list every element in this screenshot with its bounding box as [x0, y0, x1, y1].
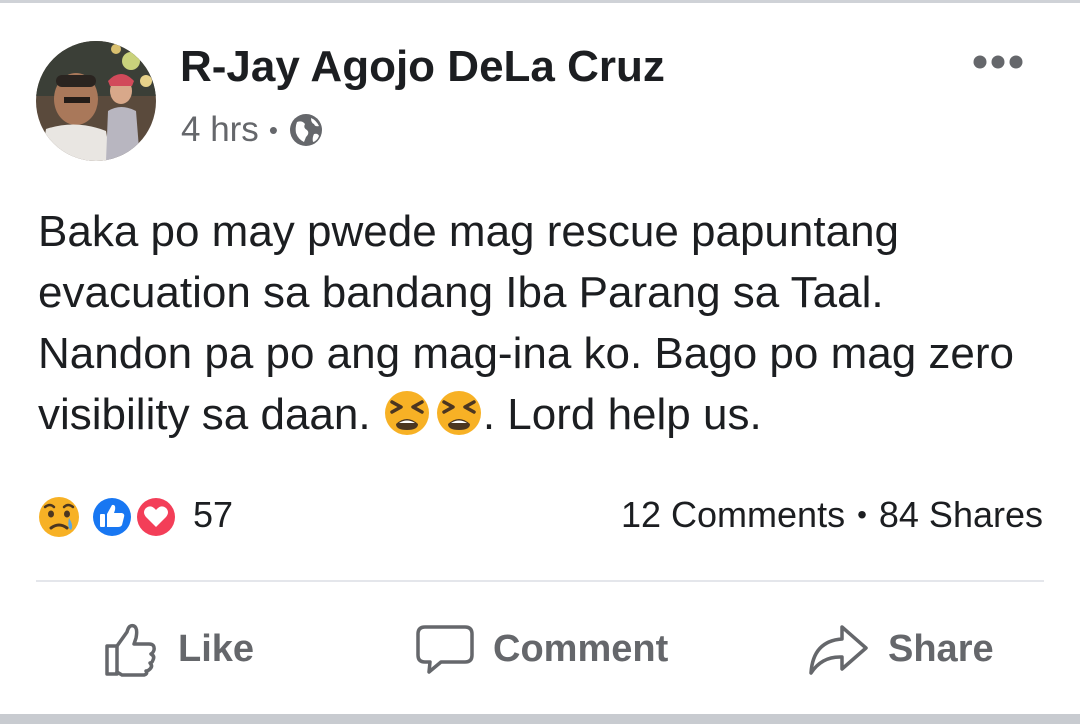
tired-face-emoji	[435, 389, 483, 437]
comment-button[interactable]: Comment	[415, 616, 668, 682]
bottom-divider	[0, 714, 1080, 724]
post-text: Baka po may pwede mag rescue papuntang e…	[38, 201, 1048, 445]
like-label: Like	[178, 627, 255, 670]
comment-icon	[415, 619, 475, 679]
comment-label: Comment	[493, 627, 669, 670]
sad-reaction-icon	[37, 495, 81, 539]
globe-icon[interactable]	[288, 112, 324, 148]
top-divider	[0, 0, 1080, 3]
share-icon	[806, 619, 870, 679]
reaction-count[interactable]: 57	[193, 494, 233, 536]
like-button[interactable]: Like	[100, 616, 254, 682]
post-meta: 4 hrs •	[181, 108, 324, 152]
like-reaction-icon	[90, 495, 134, 539]
comments-count[interactable]: 12 Comments	[621, 494, 845, 536]
post-text-end: . Lord help us.	[482, 390, 762, 439]
actions-divider	[36, 580, 1044, 582]
love-reaction-icon	[134, 495, 178, 539]
meta-separator: •	[268, 114, 278, 145]
share-label: Share	[888, 627, 994, 670]
share-button[interactable]: Share	[806, 616, 994, 682]
like-icon	[100, 619, 160, 679]
author-name[interactable]: R-Jay Agojo DeLa Cruz	[180, 42, 665, 92]
tired-face-emoji	[383, 389, 431, 437]
more-options-icon[interactable]	[972, 52, 1024, 77]
reactions-summary[interactable]	[34, 492, 184, 542]
post-timestamp[interactable]: 4 hrs	[181, 110, 259, 150]
shares-count[interactable]: 84 Shares	[879, 494, 1043, 536]
stats-separator: •	[857, 499, 867, 530]
engagement-stats: 12 Comments • 84 Shares	[621, 494, 1043, 536]
avatar[interactable]	[36, 41, 156, 161]
